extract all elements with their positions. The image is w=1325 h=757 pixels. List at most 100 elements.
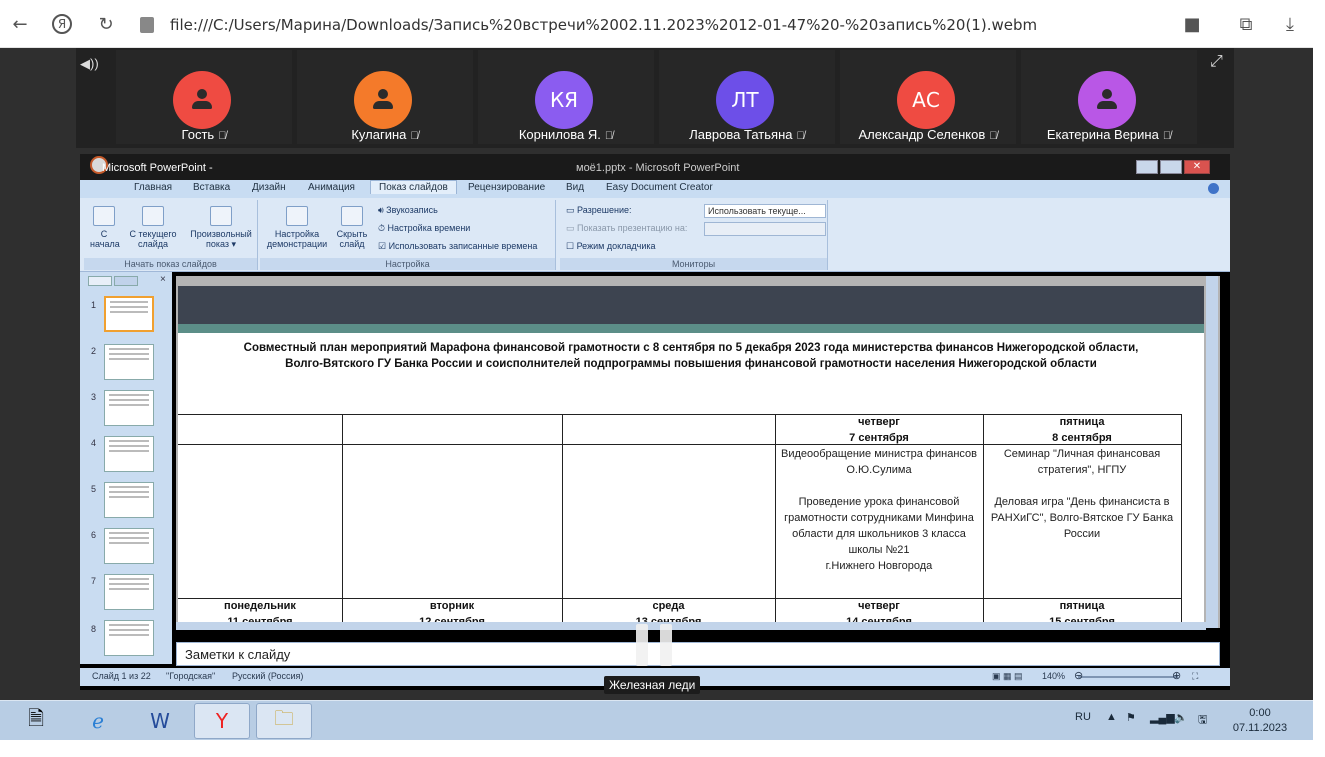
participant-tile[interactable]: АС Александр Селенков 🎙̸ [840, 50, 1016, 144]
bookmark-icon[interactable]: ■ [1180, 12, 1204, 36]
network-icon[interactable]: ▂▄▆ [1150, 711, 1175, 724]
participant-tile[interactable]: ЛТ Лаврова Татьяна 🎙̸ [659, 50, 835, 144]
participant-tile[interactable]: Екатерина Верина 🎙̸ [1021, 50, 1197, 144]
slide-canvas[interactable]: Совместный план мероприятий Марафона фин… [178, 286, 1204, 628]
clock[interactable]: 0:00 07.11.2023 [1230, 706, 1290, 736]
mic-off-icon: 🎙̸ [1162, 130, 1172, 142]
normal-view-icon[interactable]: ▣ ▦ ▤ [992, 671, 1023, 682]
file-icon [140, 17, 154, 33]
device-icon[interactable]: 🖫 [1198, 711, 1207, 730]
internet-explorer-icon[interactable]: ℯ [70, 703, 126, 739]
avatar: ЛТ [716, 71, 774, 129]
slide-thumbnail[interactable] [104, 620, 154, 656]
pause-icon[interactable] [636, 624, 676, 666]
thumbnail-number: 8 [91, 624, 97, 634]
show-on-label: ▭ Показать презентацию на: [566, 223, 688, 233]
close-pane-icon[interactable]: × [160, 274, 166, 285]
show-on-select[interactable] [704, 222, 826, 236]
tab-home[interactable]: Главная [134, 182, 172, 193]
person-icon [1097, 89, 1117, 111]
vertical-scrollbar[interactable] [1206, 276, 1218, 628]
yandex-icon[interactable]: Я [50, 12, 74, 36]
yandex-browser-icon[interactable]: Y [194, 703, 250, 739]
participant-name: Кулагина [351, 127, 407, 142]
participant-tile[interactable]: КЯ Корнилова Я. 🎙̸ [478, 50, 654, 144]
maximize-button[interactable] [1160, 160, 1182, 174]
participant-name: Гость [181, 127, 215, 142]
slide-thumbnails-pane[interactable]: × 1 2 3 4 5 6 7 8 [80, 272, 172, 664]
minimize-button[interactable] [1136, 160, 1158, 174]
setup-show-button[interactable]: Настройка демонстрации [264, 206, 330, 249]
tab-design[interactable]: Дизайн [252, 182, 286, 193]
notes-pane[interactable]: Заметки к слайду [176, 642, 1220, 666]
slide-thumbnail[interactable] [104, 528, 154, 564]
volume-icon[interactable]: ◀)) [80, 56, 99, 72]
participant-name: Александр Селенков [858, 127, 986, 142]
word-icon[interactable]: W [132, 703, 188, 739]
tab-outline[interactable] [114, 276, 138, 286]
slide-thumbnail[interactable] [104, 296, 154, 332]
person-icon [373, 89, 393, 111]
tab-view[interactable]: Вид [566, 182, 584, 193]
table-header-cell: четверг 7 сентября [849, 416, 909, 444]
zoom-level: 140% [1042, 671, 1066, 681]
monitor-icon: ▭ [566, 223, 578, 233]
slide-thumbnail[interactable] [104, 390, 154, 426]
from-start-button[interactable]: Сначала [90, 206, 120, 249]
thumbnail-number: 7 [91, 576, 97, 586]
flag-icon[interactable]: ⚑ [1126, 711, 1136, 724]
use-timings-checkbox[interactable]: ☑ Использовать записанные времена [378, 241, 537, 252]
slide-thumbnail[interactable] [104, 344, 154, 380]
close-button[interactable]: ✕ [1184, 160, 1210, 174]
collections-icon[interactable]: ⧉ [1234, 12, 1258, 36]
tab-animation[interactable]: Анимация [308, 182, 355, 193]
hide-slide-icon [341, 206, 363, 226]
language-indicator[interactable]: RU [1075, 711, 1091, 723]
fit-to-window-icon[interactable]: ⛶ [1192, 671, 1198, 682]
participant-tile[interactable]: Кулагина 🎙̸ [297, 50, 473, 144]
zoom-slider[interactable] [1078, 676, 1178, 678]
table-cell: Семинар "Личная финансовая стратегия", Н… [990, 448, 1174, 540]
help-icon[interactable] [1208, 183, 1219, 194]
tab-review[interactable]: Рецензирование [468, 182, 545, 193]
file-explorer-icon[interactable]: 🗀 [256, 703, 312, 739]
record-icon: 🔊︎ [378, 205, 387, 215]
back-arrow-icon[interactable]: ← [8, 12, 32, 36]
mic-off-icon: 🎙̸ [796, 130, 805, 142]
speaker-icon[interactable]: 🔈 [1174, 711, 1188, 724]
zoom-out-icon[interactable]: ⊖ [1074, 669, 1083, 682]
setup-show-icon [286, 206, 308, 226]
address-bar[interactable]: file:///C:/Users/Марина/Downloads/Запись… [134, 11, 1214, 39]
rehearse-timings-button[interactable]: ⏱︎ Настройка времени [378, 223, 470, 234]
resolution-select[interactable]: Использовать текуще... [704, 204, 826, 218]
custom-show-button[interactable]: Произвольный показ ▾ [186, 206, 256, 249]
hide-slide-button[interactable]: Скрыть слайд [334, 206, 370, 249]
download-icon[interactable]: ⤓ [1278, 12, 1302, 36]
start-button[interactable]: 🗎 [8, 703, 64, 739]
page-bottom [0, 740, 1313, 757]
tray-arrow-icon[interactable]: ▲ [1106, 711, 1117, 723]
slide-thumbnail[interactable] [104, 574, 154, 610]
tooltip: Железная леди [604, 676, 701, 694]
page-scrollbar[interactable] [1313, 0, 1325, 757]
browser-toolbar: ← Я ↻ file:///C:/Users/Марина/Downloads/… [0, 0, 1325, 48]
zoom-in-icon[interactable]: ⊕ [1172, 669, 1181, 682]
slide-title: Совместный план мероприятий Марафона фин… [243, 342, 1139, 370]
tab-slides[interactable] [88, 276, 112, 286]
expand-icon[interactable]: ⤢ [1210, 53, 1223, 71]
tab-insert[interactable]: Вставка [193, 182, 230, 193]
slide-editor[interactable]: Совместный план мероприятий Марафона фин… [176, 276, 1220, 630]
from-current-button[interactable]: С текущего слайда [126, 206, 180, 249]
slide-thumbnail[interactable] [104, 436, 154, 472]
participant-tile[interactable]: Гость 🎙̸ [116, 50, 292, 144]
slide-thumbnail[interactable] [104, 482, 154, 518]
participant-name: Екатерина Верина [1046, 127, 1159, 142]
tab-easy-document-creator[interactable]: Easy Document Creator [606, 182, 713, 193]
record-narration-button[interactable]: 🔊︎ Звукозапись [378, 205, 438, 216]
avatar: КЯ [535, 71, 593, 129]
reload-icon[interactable]: ↻ [94, 12, 118, 36]
checkbox-checked-icon: ☑ [378, 241, 389, 251]
tab-slideshow[interactable]: Показ слайдов [370, 180, 457, 194]
presenter-view-checkbox[interactable]: ☐ Режим докладчика [566, 241, 656, 252]
horizontal-scrollbar[interactable] [176, 622, 1206, 630]
